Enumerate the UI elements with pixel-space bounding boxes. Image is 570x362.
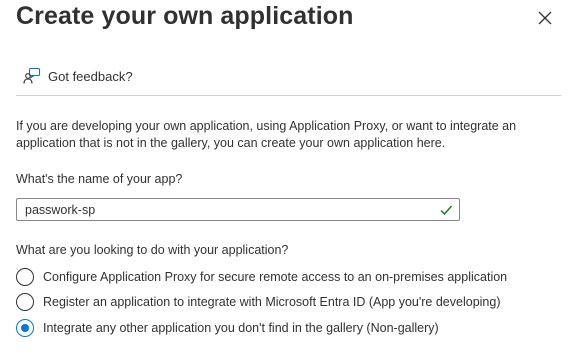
option-label: Configure Application Proxy for secure r… <box>43 270 508 284</box>
valid-check-icon <box>439 203 453 217</box>
radio-button-selected[interactable] <box>16 319 34 337</box>
option-label: Register an application to integrate wit… <box>43 295 501 309</box>
feedback-link[interactable]: Got feedback? <box>22 66 133 86</box>
close-icon[interactable] <box>538 11 552 30</box>
feedback-label: Got feedback? <box>48 68 133 84</box>
purpose-question: What are you looking to do with your app… <box>16 243 289 257</box>
panel-title: Create your own application <box>16 2 354 30</box>
create-application-panel: Create your own application Got feedback… <box>0 0 570 362</box>
app-name-input[interactable] <box>17 199 435 220</box>
app-name-label: What's the name of your app? <box>16 172 183 186</box>
feedback-icon <box>22 66 42 86</box>
intro-text: If you are developing your own applicati… <box>16 119 517 150</box>
option-application-proxy[interactable]: Configure Application Proxy for secure r… <box>16 268 507 286</box>
close-button[interactable] <box>532 7 558 33</box>
radio-button[interactable] <box>16 293 34 311</box>
radio-button[interactable] <box>16 268 34 286</box>
option-non-gallery[interactable]: Integrate any other application you don'… <box>16 319 439 337</box>
app-name-field[interactable] <box>16 198 460 221</box>
option-label: Integrate any other application you don'… <box>43 321 439 335</box>
option-register-app[interactable]: Register an application to integrate wit… <box>16 293 500 311</box>
header-divider <box>16 95 561 96</box>
